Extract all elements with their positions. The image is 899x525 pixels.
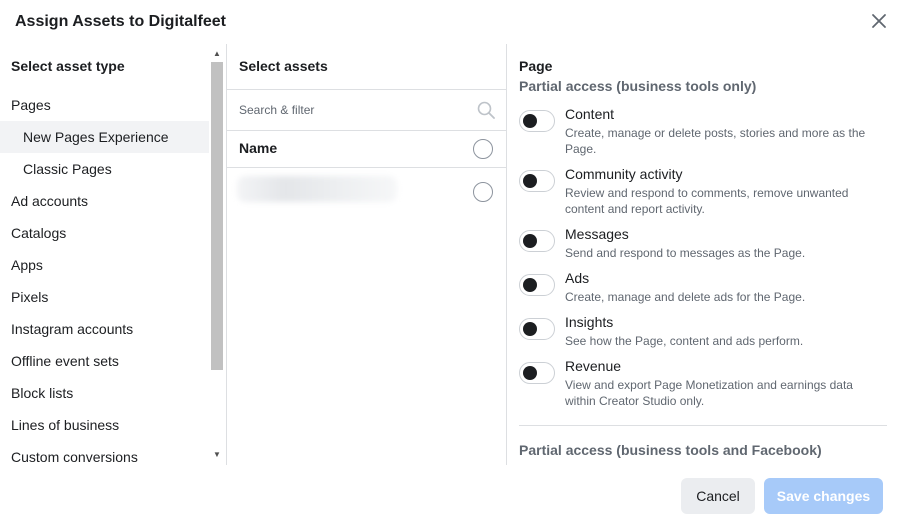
permission-toggle[interactable] [519,170,555,192]
permission-toggle[interactable] [519,362,555,384]
save-changes-button[interactable]: Save changes [764,478,883,514]
permission-title: Content [565,106,615,122]
permission-description: View and export Page Monetization and ea… [565,378,853,408]
asset-type-item[interactable]: Ad accounts [0,185,209,217]
scrollbar-thumb[interactable] [211,62,223,370]
toggle-knob [523,278,537,292]
assets-panel: Select assets Name [227,44,507,465]
permission-description: Review and respond to comments, remove u… [565,186,849,216]
asset-type-item[interactable]: Pages [0,89,209,121]
divider [519,425,887,426]
scrollbar[interactable]: ▲ ▼ [209,44,225,465]
asset-type-item[interactable]: Catalogs [0,217,209,249]
asset-type-item[interactable]: Offline event sets [0,345,209,377]
partial-access-business-tools-heading: Partial access (business tools only) [519,78,757,94]
asset-type-item[interactable]: New Pages Experience [0,121,209,153]
name-header-row: Name [227,130,506,168]
name-column-header: Name [239,140,278,156]
permission-toggle[interactable] [519,274,555,296]
asset-type-item[interactable]: Pixels [0,281,209,313]
asset-type-item[interactable]: Block lists [0,377,209,409]
toggle-knob [523,322,537,336]
assets-heading: Select assets [239,58,328,74]
permission-toggle[interactable] [519,318,555,340]
scroll-up-arrow-icon[interactable]: ▲ [209,46,225,62]
asset-type-item[interactable]: Apps [0,249,209,281]
permission-description: See how the Page, content and ads perfor… [565,334,804,348]
toggle-knob [523,114,537,128]
permission-title: Community activity [565,166,683,182]
cancel-button[interactable]: Cancel [681,478,755,514]
permission-description: Send and respond to messages as the Page… [565,246,806,260]
dialog-title: Assign Assets to Digitalfeet [15,13,227,30]
asset-type-list: Pages New Pages Experience Classic Pages Ad… [0,89,209,465]
asset-type-heading: Select asset type [11,58,125,74]
search-icon[interactable] [477,101,495,119]
asset-type-item[interactable]: Lines of business [0,409,209,441]
scroll-down-arrow-icon[interactable]: ▼ [209,447,225,463]
asset-select-radio[interactable] [473,182,493,202]
asset-type-item[interactable]: Instagram accounts [0,313,209,345]
toggle-knob [523,234,537,248]
toggle-knob [523,174,537,188]
permission-toggle[interactable] [519,110,555,132]
close-icon[interactable] [868,10,890,32]
asset-row[interactable] [227,168,506,216]
asset-type-item[interactable]: Custom conversions [0,441,209,465]
permission-description: Create, manage or delete posts, stories … [565,126,866,156]
permission-title: Ads [565,270,590,286]
asset-type-item[interactable]: Classic Pages [0,153,209,185]
search-input[interactable] [239,100,459,120]
permissions-panel: Page Partial access (business tools only… [507,44,899,465]
partial-access-facebook-heading: Partial access (business tools and Faceb… [519,442,822,458]
permission-title: Messages [565,226,629,242]
asset-type-panel: Select asset type Pages New Pages Experie… [0,44,227,465]
permission-description: Create, manage and delete ads for the Pa… [565,290,806,304]
permissions-heading: Page [519,58,553,74]
permission-title: Insights [565,314,614,330]
permission-title: Revenue [565,358,622,374]
search-bar [227,89,506,131]
toggle-knob [523,366,537,380]
permission-toggle[interactable] [519,230,555,252]
blurred-asset-name [237,176,397,202]
select-all-radio[interactable] [473,139,493,159]
